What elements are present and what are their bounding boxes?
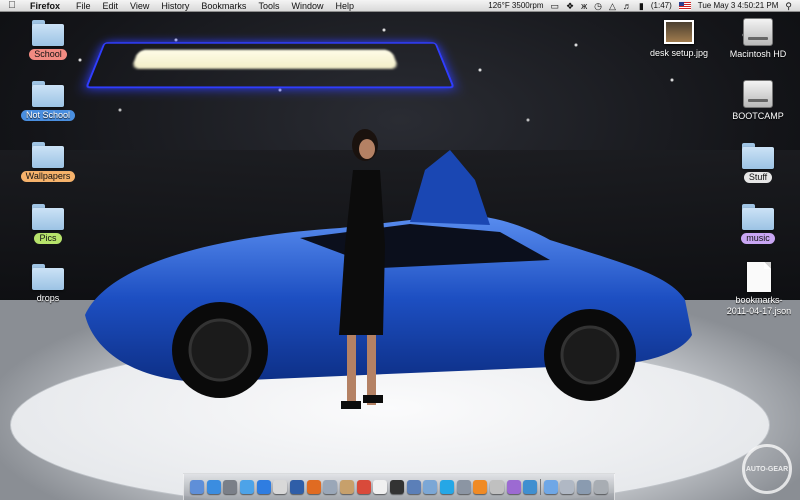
desktop-folder-music[interactable]: music [723,204,793,244]
folder-icon [32,142,64,168]
desktop-file-bookmarks-json[interactable]: bookmarks-2011-04-17.json [718,262,800,317]
drive-label: BOOTCAMP [727,111,789,122]
itunes-icon[interactable] [290,480,304,494]
menu-bookmarks[interactable]: Bookmarks [195,0,252,12]
mail-icon[interactable] [423,480,437,494]
folder-label: School [29,49,67,60]
temp-fan-readout[interactable]: 126°F 3500rpm [488,0,543,12]
menu-app-firefox[interactable]: Firefox [24,0,70,12]
folder-label: Wallpapers [21,171,76,182]
apple-menu-icon[interactable]:  [0,0,24,12]
desktop-folder-wallpapers[interactable]: Wallpapers [13,142,83,182]
document-icon [747,262,771,292]
volume-icon[interactable]: ♬ [623,0,632,12]
vlc-icon[interactable] [473,480,487,494]
folder-label: Not School [21,110,75,121]
trash-icon[interactable] [594,480,608,494]
folder-label: Stuff [744,172,772,183]
app-store-icon[interactable] [207,480,221,494]
desktop-file-desk-setup[interactable]: desk setup.jpg [644,20,714,59]
folder-icon [32,20,64,46]
calendar-icon[interactable] [273,480,287,494]
launchpad-icon[interactable] [223,480,237,494]
documents-icon[interactable] [560,480,574,494]
folder-icon [32,81,64,107]
folder-icon [32,204,64,230]
standing-model [325,125,405,425]
battery-time[interactable]: (1:47) [651,0,672,12]
app-icon-b[interactable] [507,480,521,494]
menu-bar:  Firefox File Edit View History Bookmar… [0,0,800,12]
watermark-text: AUTO-GEAR [746,466,788,473]
desktop-folder-pics[interactable]: Pics [13,204,83,244]
finder-icon[interactable] [190,480,204,494]
wifi-icon[interactable]: △ [609,0,616,12]
xcode-icon[interactable] [407,480,421,494]
clock[interactable]: Tue May 3 4:50:21 PM [698,0,779,12]
app-icon-a[interactable] [490,480,504,494]
system-icon[interactable] [240,480,254,494]
applications-icon[interactable] [577,480,591,494]
display-mirror-icon[interactable]: ▭ [551,0,560,12]
menu-window[interactable]: Window [285,0,329,12]
file-label: bookmarks-2011-04-17.json [720,295,798,317]
menu-extras: 126°F 3500rpm ▭ ❖ ж ◷ △ ♬ ▮ (1:47) Tue M… [488,0,800,12]
desktop-folder-not-school[interactable]: Not School [13,81,83,121]
dock [183,473,615,500]
watermark-logo: AUTO-GEAR [742,444,792,494]
folder-icon [32,264,64,290]
menu-file[interactable]: File [70,0,97,12]
hard-drive-icon [743,18,773,46]
downloads-icon[interactable] [544,480,558,494]
terminal-icon[interactable] [390,480,404,494]
desktop-drive-bootcamp[interactable]: BOOTCAMP [723,80,793,122]
folder-label: Pics [34,233,61,244]
dropbox-icon[interactable]: ❖ [566,0,574,12]
image-thumbnail-icon [664,20,694,44]
menu-history[interactable]: History [155,0,195,12]
preview-icon[interactable] [323,480,337,494]
desktop-folder-school[interactable]: School [13,20,83,60]
desktop-drive-macintosh-hd[interactable]: Macintosh HD [723,18,793,60]
drive-label: Macintosh HD [725,49,792,60]
folder-label: music [741,233,775,244]
menu-view[interactable]: View [124,0,155,12]
menu-edit[interactable]: Edit [97,0,125,12]
folder-label: drops [32,293,65,304]
time-machine-icon[interactable]: ◷ [594,0,602,12]
menu-tools[interactable]: Tools [252,0,285,12]
app-icon-c[interactable] [523,480,537,494]
textedit-icon[interactable] [373,480,387,494]
firefox-icon[interactable] [307,480,321,494]
ceiling-light-panel [131,50,398,69]
safari-icon[interactable] [257,480,271,494]
skype-icon[interactable] [440,480,454,494]
desktop-folder-stuff[interactable]: Stuff [723,143,793,183]
desktop-wallpaper [0,0,800,500]
input-source-flag-icon[interactable] [679,2,691,10]
photos-icon[interactable] [340,480,354,494]
desktop-folder-drops[interactable]: drops [13,264,83,304]
network-icon[interactable] [457,480,471,494]
hard-drive-icon [743,80,773,108]
bluetooth-icon[interactable]: ж [581,0,587,12]
battery-icon[interactable]: ▮ [639,0,644,12]
folder-icon [742,204,774,230]
dock-separator [540,479,541,495]
spotlight-search-icon[interactable]: ⚲ [785,0,792,12]
folder-icon [742,143,774,169]
menu-help[interactable]: Help [329,0,360,12]
file-label: desk setup.jpg [645,48,713,59]
ical-icon[interactable] [357,480,371,494]
